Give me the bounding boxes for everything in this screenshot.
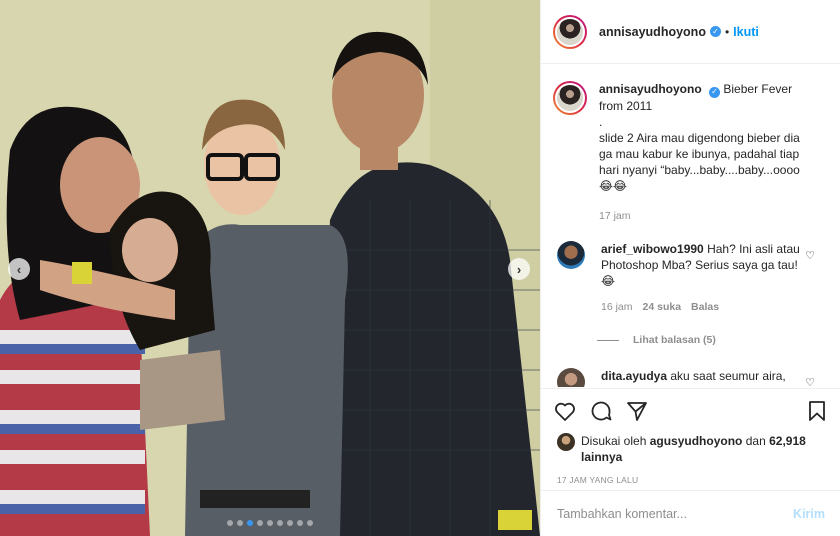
post-photo[interactable]: ‹ › [0, 0, 540, 536]
comments-list[interactable]: annisayudhoyono ✓ Bieber Fever from 2011… [541, 65, 840, 387]
comment-text: aku saat seumur aira, [670, 369, 786, 383]
follow-button[interactable]: Ikuti [733, 25, 759, 39]
comment-item: dita.ayudya aku saat seumur aira, ♡ [553, 368, 829, 387]
post-timestamp[interactable]: 17 JAM YANG LALU [541, 465, 840, 485]
verified-icon: ✓ [709, 86, 721, 98]
comment-like-heart-icon[interactable]: ♡ [805, 376, 815, 387]
comment-like-heart-icon[interactable]: ♡ [805, 249, 815, 262]
liked-by: Disukai oleh agusyudhoyono dan 62,918 la… [541, 433, 840, 465]
carousel-dot [277, 520, 283, 526]
share-icon[interactable] [625, 399, 649, 423]
carousel-dot [287, 520, 293, 526]
comment-username[interactable]: arief_wibowo1990 [601, 242, 704, 256]
reply-button[interactable]: Balas [691, 299, 719, 315]
post-actions: Disukai oleh agusyudhoyono dan 62,918 la… [541, 388, 840, 485]
author-avatar[interactable] [553, 81, 587, 115]
comment-username[interactable]: dita.ayudya [601, 369, 667, 383]
separator-dot: • [724, 24, 730, 39]
carousel-next-button[interactable]: › [508, 258, 530, 280]
view-replies-button[interactable]: Lihat balasan (5) [597, 334, 716, 346]
comment-icon[interactable] [589, 399, 613, 423]
caption-text: Bieber Fever from 2011 . slide 2 Aira ma… [599, 82, 800, 193]
liker-avatar[interactable] [557, 433, 575, 451]
carousel-prev-button[interactable]: ‹ [8, 258, 30, 280]
commenter-avatar[interactable] [557, 368, 585, 387]
comment-item: arief_wibowo1990 Hah? Ini asli atau Phot… [553, 241, 829, 315]
comment-likes[interactable]: 24 suka [643, 299, 682, 315]
commenter-avatar[interactable] [557, 241, 585, 269]
carousel-dot [297, 520, 303, 526]
post-modal: ‹ › annisayudhoyono ✓ • Ikuti annisayudh… [0, 0, 840, 536]
carousel-dot [247, 520, 253, 526]
view-replies-label: Lihat balasan (5) [633, 334, 716, 346]
verified-icon: ✓ [709, 26, 721, 37]
replies-divider [597, 339, 619, 341]
chevron-left-icon: ‹ [16, 261, 22, 277]
photo-image [0, 0, 540, 536]
chevron-right-icon: › [516, 261, 522, 277]
author-username[interactable]: annisayudhoyono [599, 25, 706, 39]
liked-by-prefix: Disukai oleh [581, 434, 647, 448]
bookmark-icon[interactable] [805, 399, 829, 423]
liked-by-and: dan [745, 434, 766, 448]
author-avatar[interactable] [553, 14, 587, 49]
carousel-indicator [0, 520, 540, 526]
carousel-dot [257, 520, 263, 526]
caption-time[interactable]: 17 jam [599, 208, 631, 224]
post-header: annisayudhoyono ✓ • Ikuti [541, 0, 840, 64]
post-sidebar: annisayudhoyono ✓ • Ikuti annisayudhoyon… [540, 0, 840, 536]
comment-time[interactable]: 16 jam [601, 299, 633, 315]
comment-input[interactable] [557, 506, 794, 521]
caption: annisayudhoyono ✓ Bieber Fever from 2011… [553, 81, 829, 224]
carousel-dot [237, 520, 243, 526]
caption-username[interactable]: annisayudhoyono [599, 82, 702, 96]
carousel-dot [227, 520, 233, 526]
carousel-dot [267, 520, 273, 526]
carousel-dot [307, 520, 313, 526]
send-comment-button[interactable]: Kirim [793, 507, 825, 521]
action-bar [541, 389, 840, 433]
comment-composer: Kirim [541, 490, 840, 536]
liked-by-user[interactable]: agusyudhoyono [650, 434, 743, 448]
heart-icon[interactable] [553, 399, 577, 423]
